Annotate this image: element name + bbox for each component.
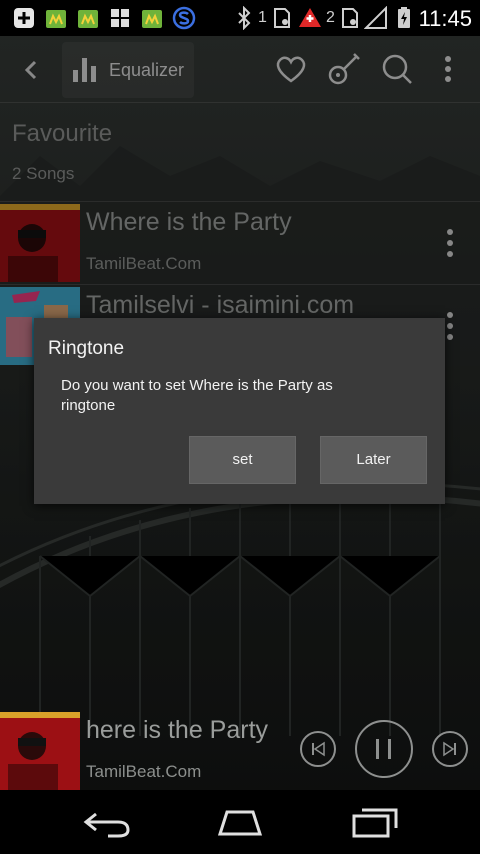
sim2-label: 2 bbox=[326, 9, 335, 26]
sim1-label: 1 bbox=[258, 9, 267, 26]
set-button[interactable]: set bbox=[189, 436, 296, 484]
navigation-bar bbox=[0, 790, 480, 854]
now-playing-title: here is the Party bbox=[86, 716, 269, 744]
add-icon bbox=[14, 8, 34, 28]
later-button[interactable]: Later bbox=[320, 436, 427, 484]
sync-icon bbox=[172, 6, 196, 30]
ringtone-dialog: Ringtone Do you want to set Where is the… bbox=[34, 318, 445, 504]
back-nav-icon[interactable] bbox=[82, 806, 132, 838]
sim-icon bbox=[342, 8, 358, 28]
play-pause-button[interactable] bbox=[355, 720, 413, 778]
previous-button[interactable] bbox=[300, 731, 336, 767]
app-icon bbox=[78, 10, 98, 28]
sim-icon bbox=[274, 8, 290, 28]
signal-icon bbox=[364, 6, 387, 29]
bluetooth-icon bbox=[238, 6, 251, 30]
app-icon bbox=[111, 9, 129, 27]
status-bar: 1 2 11:45 bbox=[0, 0, 480, 36]
dialog-message: Do you want to set Where is the Party as… bbox=[61, 377, 333, 414]
skip-previous-icon bbox=[312, 741, 325, 757]
album-art bbox=[0, 712, 80, 790]
pause-icon bbox=[376, 739, 391, 759]
app-icon bbox=[46, 10, 66, 28]
battery-icon bbox=[398, 7, 410, 28]
next-button[interactable] bbox=[432, 731, 468, 767]
app-icon bbox=[142, 10, 162, 28]
recents-nav-icon[interactable] bbox=[350, 806, 400, 838]
clock: 11:45 bbox=[418, 6, 472, 31]
skip-next-icon bbox=[443, 741, 456, 757]
dialog-title: Ringtone bbox=[48, 338, 125, 359]
alert-icon bbox=[299, 8, 321, 27]
mini-player[interactable]: here is the Party TamilBeat.Com bbox=[0, 708, 480, 790]
home-nav-icon[interactable] bbox=[215, 806, 265, 838]
now-playing-artist: TamilBeat.Com bbox=[86, 762, 202, 781]
